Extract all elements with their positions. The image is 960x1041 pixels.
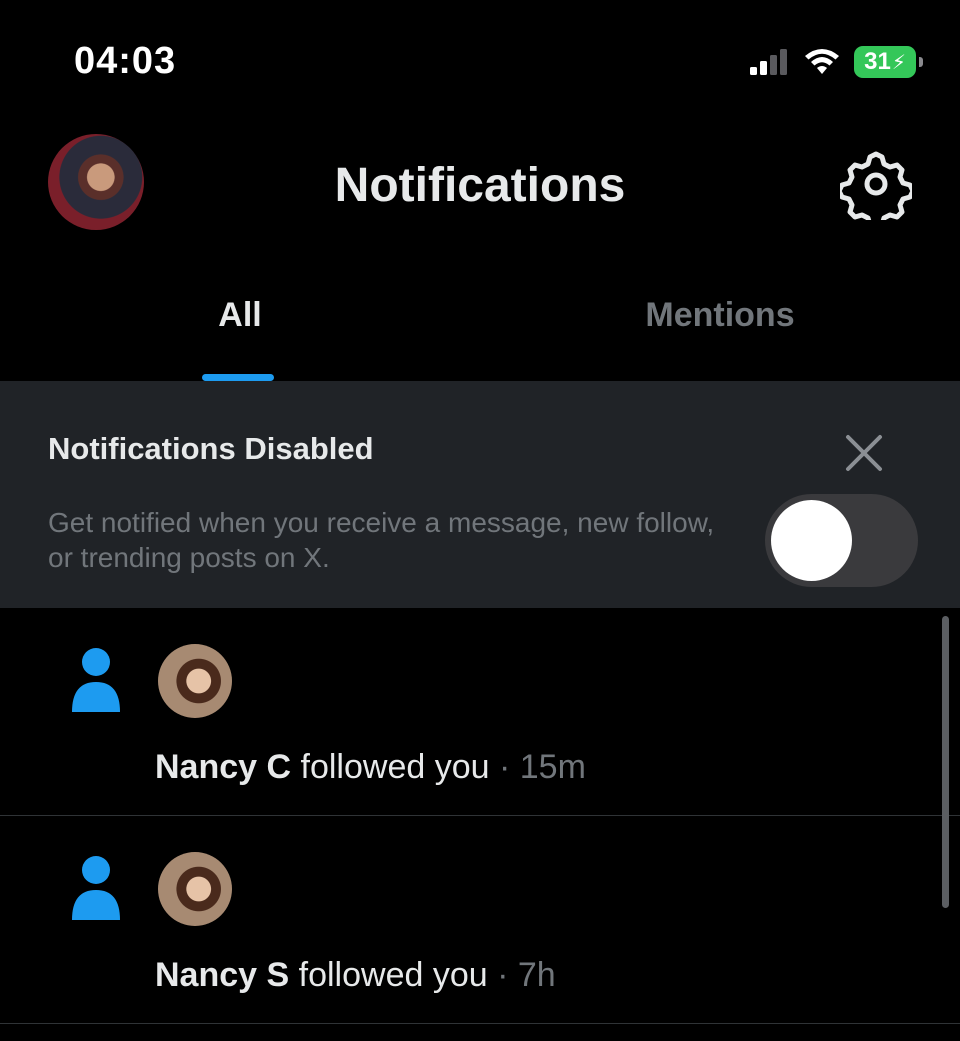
tab-bar: All Mentions — [0, 250, 960, 381]
scrollbar[interactable] — [942, 616, 949, 908]
charging-bolt: ⚡ — [891, 51, 906, 74]
battery-charging-icon: 31 ⚡ — [854, 46, 923, 78]
notifications-toggle[interactable] — [765, 494, 918, 587]
tab-all-label: All — [218, 296, 262, 334]
list-item[interactable]: Nancy S followed you · 7h — [0, 816, 960, 1024]
tab-mentions-label: Mentions — [645, 296, 795, 334]
tab-selected-indicator — [202, 374, 274, 381]
status-time: 04:03 — [74, 40, 177, 82]
tab-all[interactable]: All — [0, 250, 480, 381]
notification-separator: · — [497, 956, 509, 994]
person-follow-icon — [72, 856, 120, 920]
notification-user-name[interactable]: Nancy C — [155, 748, 291, 786]
notification-text: Nancy C followed you · 15m — [155, 748, 586, 787]
notification-time: 15m — [519, 748, 586, 786]
tab-mentions[interactable]: Mentions — [480, 250, 960, 381]
notification-time: 7h — [517, 956, 556, 994]
notification-list: Nancy C followed you · 15m Nancy S follo… — [0, 608, 960, 1024]
notification-text: Nancy S followed you · 7h — [155, 956, 556, 995]
avatar[interactable] — [158, 644, 232, 718]
avatar[interactable] — [158, 852, 232, 926]
toggle-knob — [771, 500, 852, 581]
battery-level: 31 — [864, 48, 891, 75]
signal-icon — [750, 49, 787, 75]
close-icon[interactable] — [836, 425, 892, 481]
list-item[interactable]: Nancy C followed you · 15m — [0, 608, 960, 816]
header: Notifications — [0, 120, 960, 250]
banner-text: Get notified when you receive a message,… — [48, 507, 715, 573]
notification-separator: · — [498, 748, 511, 786]
person-follow-icon — [72, 648, 120, 712]
notification-user-name[interactable]: Nancy S — [155, 956, 289, 994]
gear-icon[interactable] — [840, 148, 912, 220]
notification-action: followed you — [298, 956, 488, 994]
page-title: Notifications — [334, 159, 626, 212]
notifications-disabled-banner: Notifications Disabled Get notified when… — [0, 381, 960, 608]
banner-title: Notifications Disabled — [48, 431, 374, 466]
status-icons: 31 ⚡ — [750, 44, 923, 80]
notification-action: followed you — [300, 748, 490, 786]
status-bar: 04:03 31 ⚡ — [0, 0, 960, 120]
wifi-icon — [805, 49, 839, 74]
